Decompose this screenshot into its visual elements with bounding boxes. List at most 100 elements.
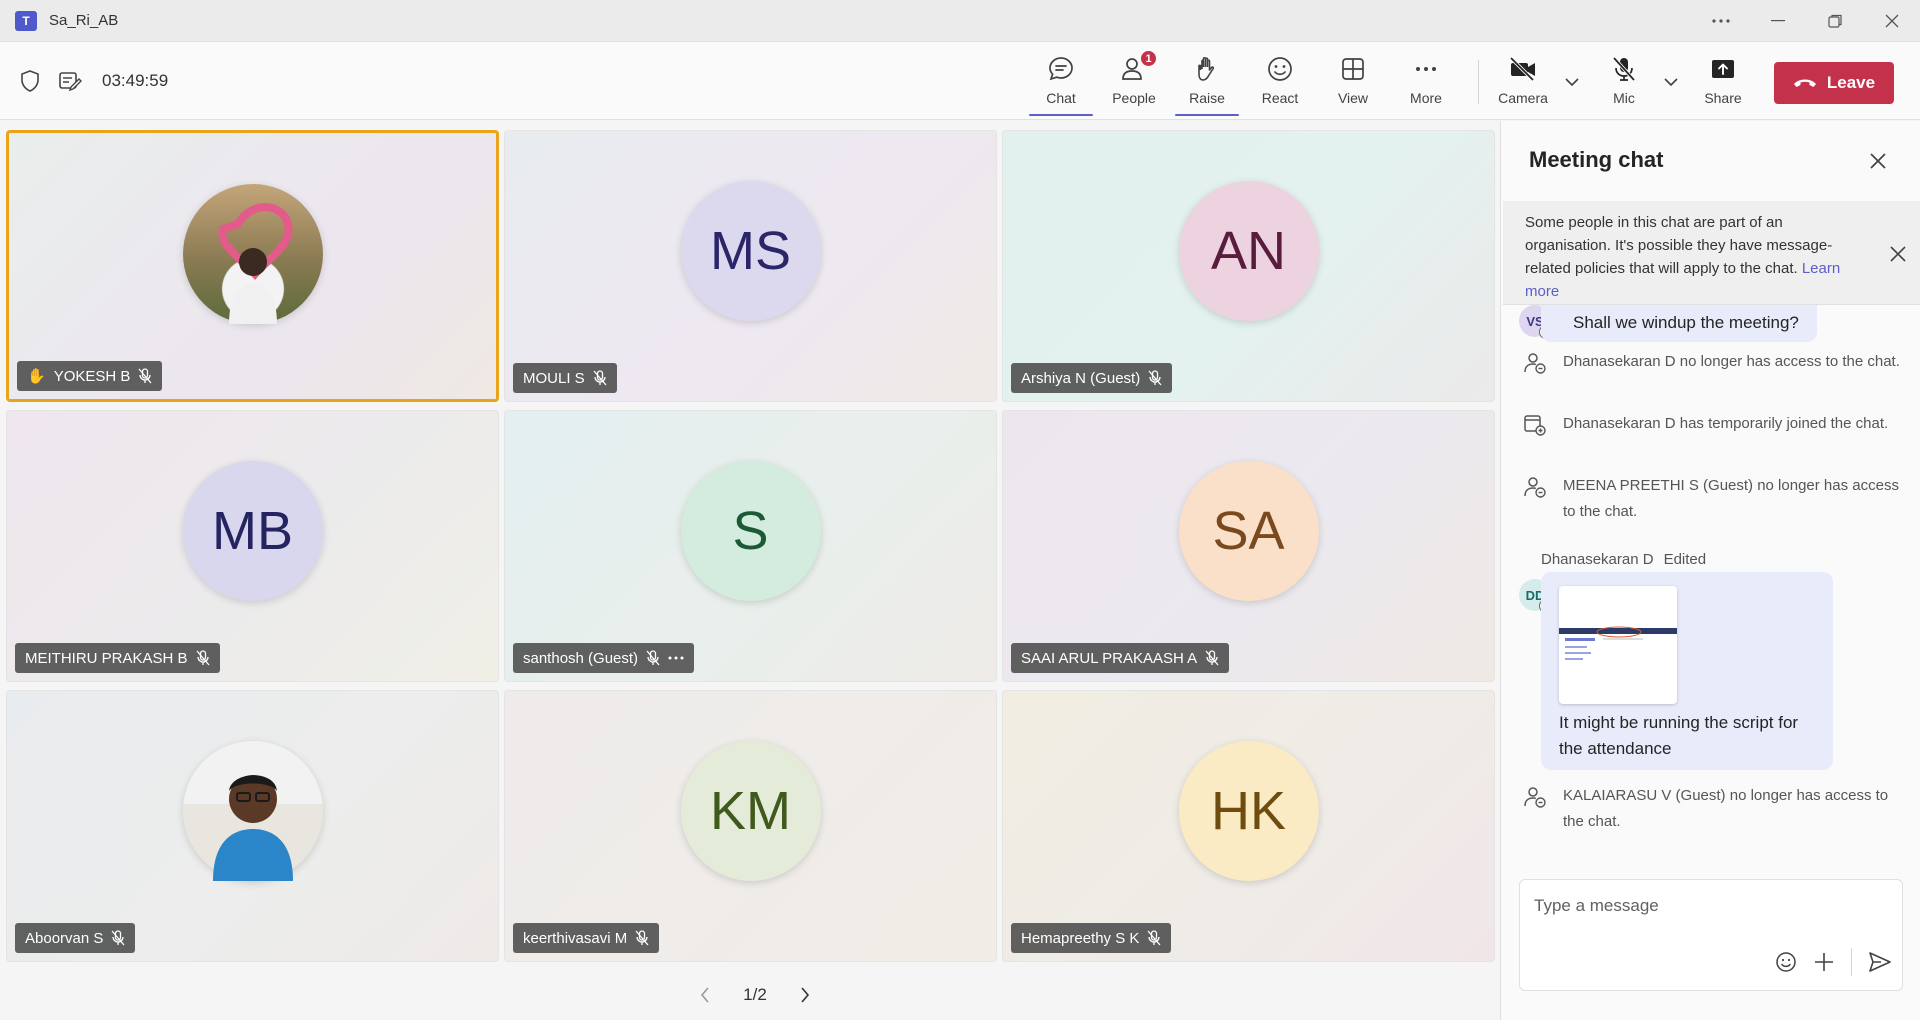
chat-message[interactable]: It might be running the script for the a… xyxy=(1541,572,1833,770)
share-label: Share xyxy=(1704,90,1742,106)
share-button[interactable]: Share xyxy=(1686,52,1760,110)
muted-mic-icon xyxy=(635,930,649,946)
composer-divider xyxy=(1851,948,1852,976)
view-grid-icon xyxy=(1338,54,1368,84)
participant-tile-aboorvan[interactable]: Aboorvan S xyxy=(6,690,499,962)
view-label: View xyxy=(1337,90,1369,106)
participant-tile-santhosh[interactable]: S santhosh (Guest) xyxy=(504,410,997,682)
dismiss-notice-icon[interactable] xyxy=(1889,245,1907,263)
close-window-icon[interactable] xyxy=(1863,0,1920,42)
send-icon[interactable] xyxy=(1868,951,1892,973)
leave-button[interactable]: Leave xyxy=(1774,62,1894,104)
participant-more-icon[interactable] xyxy=(668,656,684,660)
muted-mic-icon xyxy=(1147,930,1161,946)
system-message-text: Dhanasekaran D has temporarily joined th… xyxy=(1563,415,1889,432)
participant-tile-hemapreethy[interactable]: HK Hemapreethy S K xyxy=(1002,690,1495,962)
teams-logo-icon: T xyxy=(15,10,37,31)
avatar-photo-aboorvan xyxy=(182,741,323,881)
name-tag: SAAI ARUL PRAKAASH A xyxy=(1011,643,1230,673)
message-input[interactable] xyxy=(1534,892,1884,920)
name-tag: Aboorvan S xyxy=(15,923,136,953)
emoji-icon[interactable] xyxy=(1775,951,1797,973)
shield-icon[interactable] xyxy=(20,70,40,92)
camera-label: Camera xyxy=(1498,90,1548,106)
participant-tile-mouli[interactable]: MS MOULI S xyxy=(504,130,997,402)
camera-options-chevron-icon[interactable] xyxy=(1560,70,1584,94)
participant-tile-arshiya[interactable]: AN Arshiya N (Guest) xyxy=(1002,130,1495,402)
meeting-notes-icon[interactable] xyxy=(58,70,82,92)
add-attachment-icon[interactable] xyxy=(1813,951,1835,973)
toolbar-divider xyxy=(1478,60,1479,104)
react-button[interactable]: React xyxy=(1243,52,1317,110)
message-composer xyxy=(1519,879,1903,991)
camera-button[interactable]: Camera xyxy=(1486,52,1560,110)
raise-hand-button[interactable]: Raise xyxy=(1170,52,1244,116)
name-tag: MEITHIRU PRAKASH B xyxy=(15,643,220,673)
raise-hand-icon xyxy=(1192,54,1222,84)
participant-name: Hemapreethy S K xyxy=(1021,929,1140,947)
window-controls xyxy=(1692,0,1920,42)
people-badge: 1 xyxy=(1140,50,1157,67)
name-tag: Arshiya N (Guest) xyxy=(1011,363,1173,393)
share-icon xyxy=(1708,54,1738,84)
muted-mic-icon xyxy=(646,650,660,666)
notice-text: Some people in this chat are part of an … xyxy=(1525,214,1833,277)
participant-name: YOKESH B xyxy=(53,367,131,385)
chat-icon xyxy=(1046,54,1076,84)
avatar-initials: KM xyxy=(680,741,821,881)
people-button[interactable]: 1 People xyxy=(1097,50,1171,110)
people-icon: 1 xyxy=(1119,50,1157,84)
screenshot-thumbnail-icon xyxy=(1559,626,1677,660)
name-tag: Hemapreethy S K xyxy=(1011,923,1172,953)
calendar-joined-icon xyxy=(1524,415,1546,436)
meeting-info: 03:49:59 xyxy=(20,42,168,120)
participant-tile-saai[interactable]: SA SAAI ARUL PRAKAASH A xyxy=(1002,410,1495,682)
participant-tile-yokesh[interactable]: ✋ YOKESH B xyxy=(6,130,499,402)
chat-panel-title: Meeting chat xyxy=(1529,147,1664,172)
image-attachment[interactable] xyxy=(1559,586,1677,704)
mic-label: Mic xyxy=(1613,90,1635,106)
sender-name: Dhanasekaran D xyxy=(1541,551,1654,568)
previous-page-icon[interactable] xyxy=(700,987,710,1003)
minimize-icon[interactable] xyxy=(1749,0,1806,42)
system-message: KALAIARASU V (Guest) no longer has acces… xyxy=(1523,783,1903,835)
raised-hand-icon: ✋ xyxy=(27,368,46,385)
meeting-toolbar: 03:49:59 Chat 1 People Raise React View xyxy=(0,42,1920,120)
chat-label: Chat xyxy=(1046,90,1076,106)
participant-tile-meithiru[interactable]: MB MEITHIRU PRAKASH B xyxy=(6,410,499,682)
mic-button[interactable]: Mic xyxy=(1587,52,1661,110)
video-grid: ✋ YOKESH B MS MOULI S AN Arshiya N (Gues… xyxy=(0,121,1500,1020)
system-message: MEENA PREETHI S (Guest) no longer has ac… xyxy=(1523,473,1903,525)
avatar-initials: S xyxy=(680,461,821,601)
avatar-initials: MS xyxy=(680,181,821,321)
avatar-initials: SA xyxy=(1178,461,1319,601)
participant-name: MEITHIRU PRAKASH B xyxy=(25,649,188,667)
avatar-initials: AN xyxy=(1178,181,1319,321)
more-button[interactable]: More xyxy=(1389,52,1463,110)
system-message-text: Dhanasekaran D no longer has access to t… xyxy=(1563,353,1900,370)
close-chat-icon[interactable] xyxy=(1868,151,1888,171)
title-bar: T Sa_Ri_AB xyxy=(0,0,1920,42)
participant-name: keerthivasavi M xyxy=(523,929,628,947)
participant-tile-keerthivasavi[interactable]: KM keerthivasavi M xyxy=(504,690,997,962)
name-tag: keerthivasavi M xyxy=(513,923,660,953)
chat-button[interactable]: Chat xyxy=(1024,52,1098,116)
name-tag: santhosh (Guest) xyxy=(513,643,695,673)
next-page-icon[interactable] xyxy=(800,987,810,1003)
restore-icon[interactable] xyxy=(1806,0,1863,42)
participant-name: santhosh (Guest) xyxy=(523,649,639,667)
mic-options-chevron-icon[interactable] xyxy=(1659,70,1683,94)
person-removed-icon xyxy=(1524,787,1546,808)
chat-message[interactable]: Shall we windup the meeting? xyxy=(1541,305,1817,342)
person-removed-icon xyxy=(1524,353,1546,374)
pagination: 1/2 xyxy=(700,980,810,1010)
window-more-icon[interactable] xyxy=(1692,0,1749,42)
react-label: React xyxy=(1261,90,1299,106)
meeting-timer: 03:49:59 xyxy=(102,71,169,90)
view-button[interactable]: View xyxy=(1316,52,1390,110)
raise-label: Raise xyxy=(1189,90,1225,106)
avatar-initials: MB xyxy=(182,461,323,601)
composer-tools xyxy=(1775,948,1892,976)
people-label: People xyxy=(1112,90,1156,106)
mic-off-icon xyxy=(1609,54,1639,84)
